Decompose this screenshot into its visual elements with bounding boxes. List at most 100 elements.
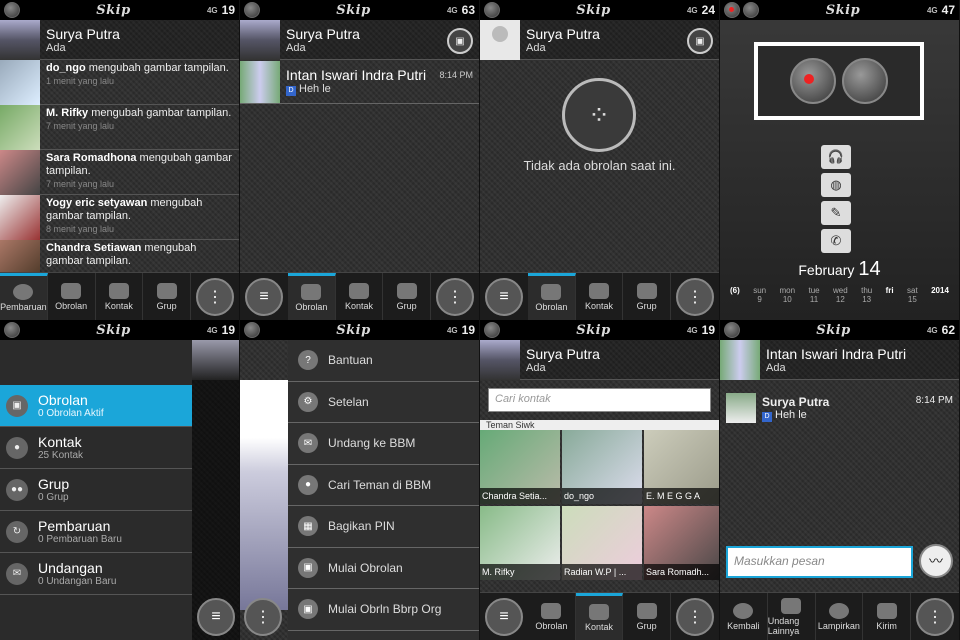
sidebar-item-updates[interactable]: ↻ Pembaruan 0 Pembaruan Baru <box>0 511 192 553</box>
tab-groups[interactable]: Grup <box>623 273 672 320</box>
tab-chats[interactable]: Obrolan <box>48 273 96 320</box>
my-profile[interactable]: Surya Putra Ada ▣ <box>480 19 719 60</box>
menu-item-share-pin[interactable]: ▦ Bagikan PIN <box>288 506 479 548</box>
overflow-menu-button[interactable]: ⋮ <box>916 597 954 636</box>
chat-row[interactable]: Intan Iswari Indra Putri 8:14 PM D Heh le <box>240 60 479 104</box>
tab-label: Kontak <box>584 622 614 632</box>
tab-groups[interactable]: Grup <box>623 593 672 640</box>
day-date: 15 <box>907 295 917 304</box>
tab-chats[interactable]: Obrolan <box>288 273 336 320</box>
contact-tile[interactable]: E. M E G G A <box>644 430 719 504</box>
day-date: 10 <box>782 295 792 304</box>
menu-item-start-chat[interactable]: ▣ Mulai Obrolan <box>288 548 479 589</box>
menu-item-start-multichat[interactable]: ▣ Mulai Obrln Bbrp Org <box>288 589 479 631</box>
attach-button[interactable]: Lampirkan <box>816 593 864 640</box>
menu-item-invite[interactable]: ✉ Undang ke BBM <box>288 423 479 465</box>
avatar <box>480 19 520 60</box>
panel-chats: Skip 4G 63 Surya Putra Ada ▣ Intan Iswari… <box>240 0 480 320</box>
sidebar-item-chats[interactable]: ▣ Obrolan 0 Obrolan Aktif <box>0 385 192 427</box>
menu-button[interactable]: ≡ <box>197 598 235 636</box>
invite-others-button[interactable]: Undang Lainnya <box>768 593 816 640</box>
overflow-menu-button[interactable]: ⋮ <box>676 597 715 636</box>
tab-label: Grup <box>636 300 657 311</box>
tab-contacts[interactable]: Kontak <box>96 273 144 320</box>
menu-item-find-friends[interactable]: ● Cari Teman di BBM <box>288 465 479 506</box>
back-button[interactable]: Kembali <box>720 593 768 640</box>
year-label: 2014 <box>931 286 949 295</box>
sidebar-item-sub: 0 Grup <box>38 492 69 503</box>
my-profile[interactable]: Surya Putra Ada <box>0 19 239 60</box>
day-column: sun 9 <box>753 286 766 304</box>
tab-label: Undang Lainnya <box>767 615 800 636</box>
contact-tile[interactable]: Radian W.P | ... <box>562 506 642 580</box>
tab-chats[interactable]: Obrolan <box>528 593 576 640</box>
year: 2014 <box>931 286 949 304</box>
search-input[interactable]: Cari kontak <box>488 388 711 412</box>
overflow-menu-button[interactable]: ⋮ <box>196 277 234 316</box>
menu-item-help[interactable]: ? Bantuan <box>288 340 479 382</box>
status-bar: Skip 4G 47 <box>720 0 959 20</box>
week-strip: (6) sun 9 mon 10 tue 11 wed 12 thu 13 fri sat… <box>730 286 949 304</box>
day-column: thu 13 <box>861 286 872 304</box>
tab-contacts[interactable]: Kontak <box>576 273 624 320</box>
day-number: 14 <box>858 258 881 280</box>
list-item[interactable]: Yogy eric setyawan mengubah gambar tampi… <box>0 195 239 240</box>
tab-label: Grup <box>156 300 177 311</box>
headphones-icon[interactable]: 🎧 <box>821 145 851 169</box>
conversation-header[interactable]: Intan Iswari Indra Putri Ada <box>720 339 959 380</box>
contact-tile[interactable]: M. Rifky <box>480 506 560 580</box>
list-item[interactable]: do_ngo mengubah gambar tampilan. 1 menit … <box>0 60 239 105</box>
menu-button[interactable]: ≡ <box>485 597 523 636</box>
bottom-toolbar: ≡ Obrolan Kontak Grup ⋮ <box>480 592 719 640</box>
menu-button[interactable]: ≡ <box>485 277 523 316</box>
profile-status: Ada <box>526 361 546 374</box>
menu-item-label: Mulai Obrolan <box>328 560 403 575</box>
list-item[interactable]: M. Rifky mengubah gambar tampilan. 7 meni… <box>0 105 239 150</box>
tab-groups[interactable]: Grup <box>143 273 191 320</box>
tab-groups[interactable]: Grup <box>383 273 432 320</box>
contact-name: Sara Romadh... <box>644 564 719 580</box>
phone-icon[interactable]: ✆ <box>821 229 851 253</box>
network-type: 4G <box>926 325 938 335</box>
tab-updates[interactable]: Pembaruan <box>0 273 48 320</box>
overflow-menu-button[interactable]: ⋮ <box>244 598 282 636</box>
chat-icon <box>541 284 562 300</box>
emoticon-button[interactable]: 〰 <box>919 544 953 578</box>
carrier-brand: Skip <box>96 2 131 18</box>
sidebar-item-groups[interactable]: ●● Grup 0 Grup <box>0 469 192 511</box>
overflow-menu-button[interactable]: ⋮ <box>676 277 715 316</box>
contact-tile[interactable]: do_ngo <box>562 430 642 504</box>
profile-status: Ada <box>526 41 546 54</box>
profile-name: Surya Putra <box>286 25 360 42</box>
message-input[interactable]: Masukkan pesan <box>726 546 913 578</box>
tab-chats[interactable]: Obrolan <box>528 273 576 320</box>
sidebar-item-contacts[interactable]: ● Kontak 25 Kontak <box>0 427 192 469</box>
send-button[interactable]: Kirim <box>863 593 911 640</box>
overflow-menu-button[interactable]: ⋮ <box>436 277 475 316</box>
notification-highlight[interactable] <box>754 42 924 120</box>
my-profile[interactable]: Surya Putra Ada <box>480 339 719 380</box>
browser-icon[interactable]: ◍ <box>821 173 851 197</box>
bottom-toolbar: ≡ Obrolan Kontak Grup ⋮ <box>480 272 719 320</box>
contact-tile[interactable]: Sara Romadh... <box>644 506 719 580</box>
list-item[interactable]: Sara Romadhona mengubah gambar tampilan.… <box>0 150 239 195</box>
contact-tile[interactable]: Chandra Setia... <box>480 430 560 504</box>
sidebar-item-label: Kontak <box>38 434 82 450</box>
day-label: tue <box>808 286 820 295</box>
delivered-icon: D <box>762 411 772 422</box>
sidebar-item-invites[interactable]: ✉ Undangan 0 Undangan Baru <box>0 553 192 595</box>
pen-icon[interactable]: ✎ <box>821 201 851 225</box>
menu-item-settings[interactable]: ⚙ Setelan <box>288 382 479 423</box>
bbm-chat-icon[interactable]: ▣ <box>447 28 473 54</box>
overflow-menu: ? Bantuan ⚙ Setelan ✉ Undang ke BBM ● Cari T… <box>288 340 479 640</box>
bbm-chat-icon[interactable]: ▣ <box>687 28 713 54</box>
chat-icon <box>301 284 322 300</box>
chat-icon <box>61 282 82 299</box>
menu-button[interactable]: ≡ <box>245 277 283 316</box>
my-profile[interactable]: Surya Putra Ada ▣ <box>240 19 479 60</box>
tab-contacts[interactable]: Kontak <box>575 593 624 640</box>
tab-contacts[interactable]: Kontak <box>336 273 384 320</box>
battery-level: 47 <box>941 3 955 17</box>
message[interactable]: Surya Putra 8:14 PM D Heh le <box>726 390 953 426</box>
chat-icon: ▣ <box>298 557 318 578</box>
